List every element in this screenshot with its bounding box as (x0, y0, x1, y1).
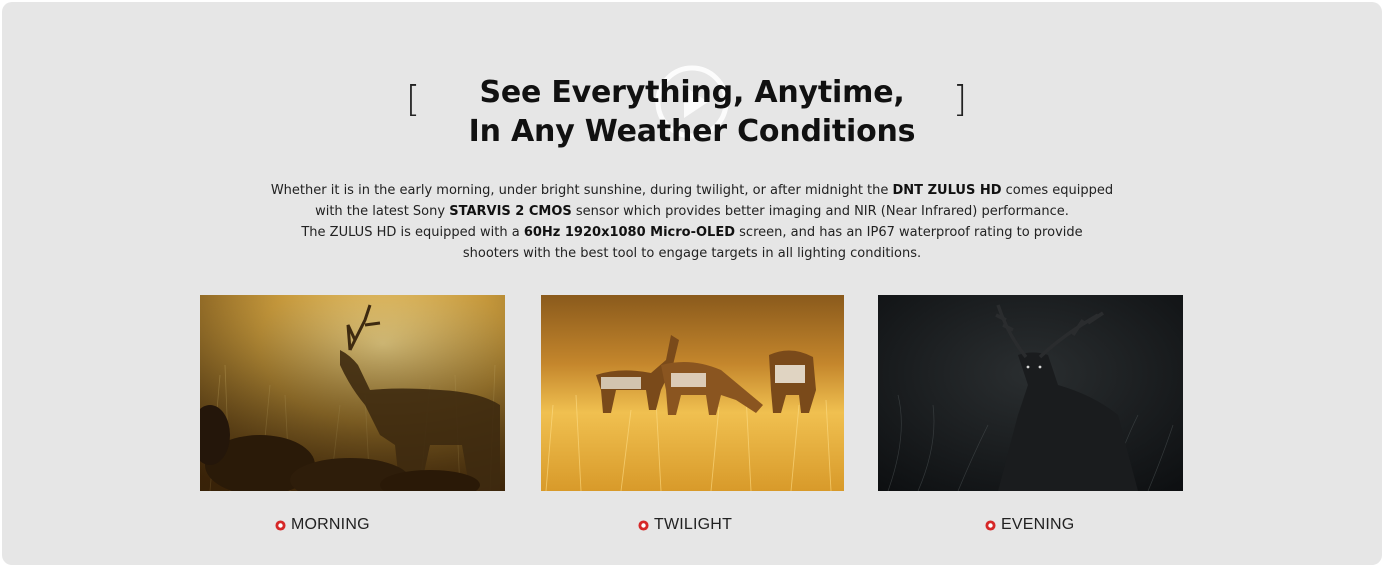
desc-line-2: with the latest Sony STARVIS 2 CMOS sens… (315, 204, 1069, 219)
caption-morning[interactable]: MORNING (275, 514, 370, 536)
morning-photo[interactable] (200, 295, 505, 491)
evening-photo[interactable] (878, 295, 1183, 491)
desc-line-1: Whether it is in the early morning, unde… (270, 183, 1114, 198)
page-title: See Everything, Anytime, In Any Weather … (420, 73, 964, 151)
screen-spec: 60Hz 1920x1080 Micro-OLED (523, 225, 736, 240)
caption-twilight[interactable]: TWILIGHT (638, 514, 732, 536)
bracket-left: [ (406, 79, 421, 120)
title-line-1: See Everything, Anytime, (479, 75, 905, 110)
caption-label: EVENING (1001, 516, 1075, 533)
caption-label: TWILIGHT (654, 516, 733, 533)
product-name: DNT ZULUS HD (892, 183, 1002, 198)
caption-evening[interactable]: EVENING (985, 514, 1074, 536)
feature-description: Whether it is in the early morning, unde… (200, 180, 1184, 264)
caption-label: MORNING (291, 516, 370, 533)
desc-line-3: The ZULUS HD is equipped with a 60Hz 192… (301, 225, 1083, 240)
circle-plus-icon (275, 519, 286, 531)
circle-plus-icon (985, 519, 996, 531)
twilight-photo[interactable] (541, 295, 844, 491)
sensor-name: STARVIS 2 CMOS (449, 204, 572, 219)
circle-plus-icon (638, 519, 649, 531)
title-line-2: In Any Weather Conditions (468, 114, 916, 149)
desc-line-4: shooters with the best tool to engage ta… (462, 246, 922, 261)
